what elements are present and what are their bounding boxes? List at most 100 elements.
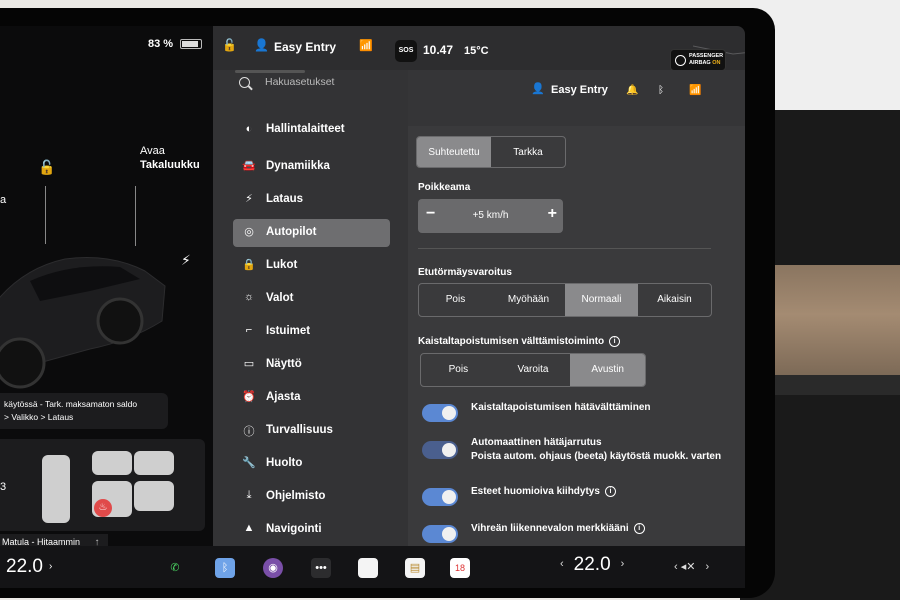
option-myöhään[interactable]: Myöhään [492,284,565,316]
info-icon[interactable]: i [609,336,621,347]
toggle-switch[interactable] [422,441,458,459]
info-icon[interactable]: i [604,486,616,497]
lock-icon: 🔒 [242,259,256,271]
sidebar-item-autopilot[interactable]: ◎ Autopilot [233,219,390,247]
fcw-label: Etutörmäysvaroitus [418,267,512,278]
info-circle-icon: ⓘ [243,426,255,438]
volume-state: ◂✕ [680,561,696,573]
sidebar-item-turvallisuus[interactable]: ⓘ Turvallisuus [233,417,390,445]
toggle-switch[interactable] [422,525,458,543]
sidebar-item-label: Ajasta [266,391,301,403]
seat-front-right[interactable] [134,451,174,475]
toybox-icon[interactable]: ▤ [405,558,425,578]
option-avustin[interactable]: Avustin [570,354,645,386]
airbag-line2: AIRBAG [689,60,711,66]
car-icon: 🚘 [242,160,256,172]
search-icon[interactable] [239,77,250,88]
sidebar-item-label: Näyttö [266,358,302,370]
sidebar-item-istuimet[interactable]: ⌐ Istuimet [233,318,390,346]
sidebar-item-label: Ohjelmisto [266,490,326,502]
sidebar-item-hallintalaitteet[interactable]: ◐ Hallintalaitteet [233,120,390,142]
profile-name[interactable]: Easy Entry [551,84,608,96]
info-icon[interactable]: i [633,523,645,534]
volume-right-chevron[interactable]: › [705,561,709,573]
sidebar-item-label: Autopilot [266,226,317,238]
toggle-title: Vihreän liikennevalon merkkiääni [471,523,629,534]
battery-percent: 83 % [148,38,174,50]
offset-mode-toggle: Suhteutettu Tarkka [416,136,566,168]
chevron-right-icon[interactable]: › [621,558,625,570]
open-trunk-line2: Takaluukku [140,159,200,171]
settings-search[interactable]: Hakuasetukset [265,76,334,88]
driver-profile[interactable]: Easy Entry [274,40,336,54]
lock-icon[interactable]: 🔓 [222,38,237,52]
bell-icon[interactable]: 🔔 [626,85,638,96]
chevron-left-icon[interactable]: ‹ [560,558,564,570]
notice-card[interactable]: käytössä - Tark. maksamaton saldo > Vali… [0,393,168,429]
sidebar-item-ohjelmisto[interactable]: ⤓ Ohjelmisto [233,483,390,511]
toggle-title: Automaattinen hätäjarrutus [471,437,602,448]
sidebar-item-lataus[interactable]: ⚡ Lataus [233,186,390,214]
sidebar-item-valot[interactable]: ☼ Valot [233,285,390,313]
sidebar-item-navigointi[interactable]: ▲ Navigointi [233,516,390,544]
volume-mute-icon[interactable]: ‹ ◂✕ › [674,560,709,573]
charge-port-icon[interactable]: ⚡ [181,252,191,269]
wifi-icon: 📶 [359,40,373,52]
wood-trim [760,265,900,375]
drag-handle[interactable] [235,70,305,73]
toggle-subtitle: Poista autom. ohjaus (beeta) käytöstä mu… [471,451,722,462]
sidebar-item-huolto[interactable]: 🔧 Huolto [233,450,390,478]
option-tarkka[interactable]: Tarkka [491,137,565,167]
option-suhteutettu[interactable]: Suhteutettu [417,137,491,167]
bluetooth-app-icon[interactable]: ᛒ [215,558,235,578]
option-pois[interactable]: Pois [419,284,492,316]
bolt-icon: ⚡ [245,193,253,205]
speed-offset-value: +5 km/h [472,210,509,221]
driver-temp-value: 22.0 [6,556,43,577]
sos-button[interactable]: SOS [395,40,417,62]
volume-left-chevron[interactable]: ‹ [674,561,681,573]
driver-temperature[interactable]: 22.0 › [6,556,52,578]
speed-offset-stepper: − +5 km/h + [418,199,563,233]
divider [418,248,711,249]
option-aikaisin[interactable]: Aikaisin [638,284,711,316]
toggle-label: Esteet huomioiva kiihdytys i [471,485,616,499]
toggle-switch[interactable] [422,404,458,422]
bluetooth-icon[interactable]: ᛒ [658,85,664,96]
person-icon[interactable]: 👤 [531,82,545,95]
person-icon[interactable]: 👤 [254,38,269,52]
option-pois[interactable]: Pois [421,354,496,386]
more-apps-icon[interactable]: ••• [311,558,331,578]
open-trunk-line1: Avaa [140,145,165,157]
clock: 10.47 [423,43,454,57]
phone-icon[interactable]: ✆ [165,558,185,578]
option-normaali[interactable]: Normaali [565,284,638,316]
seat-rear-right[interactable] [134,481,174,511]
notice-line1: käytössä - Tark. maksamaton saldo [4,399,138,409]
option-varoita[interactable]: Varoita [496,354,571,386]
plus-button[interactable]: + [548,205,557,223]
content-header: 👤 Easy Entry 🔔 ᛒ 📶 [408,70,745,126]
seat-front-left[interactable] [92,451,132,475]
sidebar-item-label: Lataus [266,193,304,205]
dock: 22.0 › ✆ ᛒ ◉ ••• ▤ 18 ‹ 22.0 › ‹ ◂✕ › [0,546,745,588]
sun-icon: ☼ [243,291,255,303]
open-trunk-button[interactable]: Avaa Takaluukku [140,144,200,172]
sidebar-item-lukot[interactable]: 🔒 Lukot [233,252,390,280]
sidebar-item-näyttö[interactable]: ▭ Näyttö [233,351,390,379]
autopilot-settings: 👤 Easy Entry 🔔 ᛒ 📶 Suhteutettu Tarkka Poi… [408,70,745,546]
chevron-right-icon[interactable]: › [49,561,52,572]
notes-icon[interactable] [358,558,378,578]
toggle-switch[interactable] [422,488,458,506]
alarm-icon: ⏰ [242,391,256,403]
camera-icon[interactable]: ◉ [263,558,283,578]
unlock-icon[interactable]: 🔓 [38,159,55,176]
passenger-temperature[interactable]: ‹ 22.0 › [550,554,634,576]
passenger-temp-value: 22.0 [573,554,611,575]
wifi-icon[interactable]: 📶 [689,85,701,96]
rear-seat[interactable] [42,455,70,523]
outside-temperature: 15°C [464,45,489,57]
calendar-icon[interactable]: 18 [450,558,470,578]
sidebar-item-dynamiikka[interactable]: 🚘 Dynamiikka [233,153,390,181]
sidebar-item-ajasta[interactable]: ⏰ Ajasta [233,384,390,412]
